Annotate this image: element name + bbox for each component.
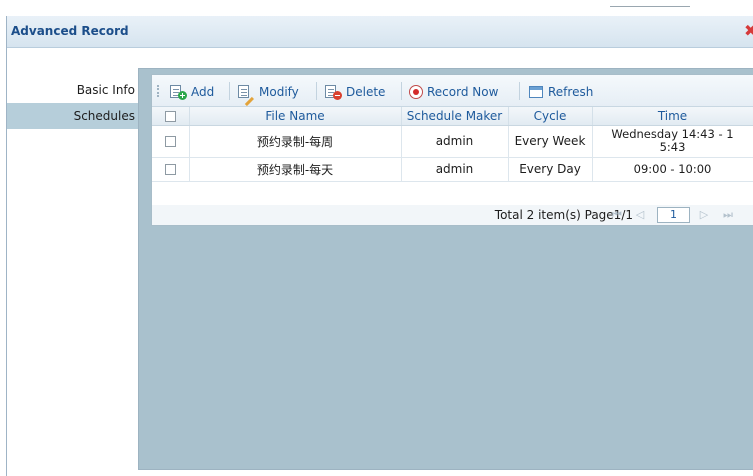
column-header-schedule-maker[interactable]: Schedule Maker [401,107,509,126]
nav-item-schedules[interactable]: Schedules [7,103,138,129]
schedule-maker-cell: admin [401,125,509,158]
column-header-time[interactable]: Time [592,107,753,126]
background-strip [0,0,753,16]
select-all-header [152,107,190,126]
first-page-icon[interactable]: ⏮ [611,208,623,221]
modify-label: Modify [259,85,299,99]
schedules-panel: Add Modify Delete Record Now Refresh Fil… [151,74,753,226]
time-line: 5:43 [659,140,686,154]
next-page-icon[interactable]: ▷ [698,208,710,221]
dialog-titlebar: Advanced Record ✖ [7,16,753,48]
toolbar-divider [519,82,520,100]
side-nav: Basic Info Schedules [7,77,138,129]
toolbar-divider [316,82,317,100]
toolbar-divider [401,82,402,100]
pagination-bar: Total 2 item(s) Page1/1 ⏮ ◁ 1 ▷ ⏭ [152,205,753,225]
row-checkbox-cell [152,125,190,158]
last-page-icon[interactable]: ⏭ [722,208,734,221]
dialog-title: Advanced Record [11,24,129,38]
schedules-content-area: Add Modify Delete Record Now Refresh Fil… [138,68,753,470]
time-cell: Wednesday 14:43 - 1 5:43 [592,125,753,158]
row-checkbox[interactable] [164,164,176,175]
toolbar-divider [229,82,230,100]
schedule-maker-cell: admin [401,157,509,182]
add-label: Add [191,85,215,99]
delete-button[interactable]: Delete [324,83,385,101]
schedules-table: File Name Schedule Maker Cycle Time 预约录制… [152,107,753,182]
column-header-file-name[interactable]: File Name [189,107,402,126]
select-all-checkbox[interactable] [164,110,176,122]
cycle-cell: Every Day [508,157,593,182]
page-number-input[interactable]: 1 [657,207,690,223]
column-header-cycle[interactable]: Cycle [508,107,593,126]
table-header-row: File Name Schedule Maker Cycle Time [152,107,753,126]
file-name-cell: 预约录制-每天 [189,157,402,182]
advanced-record-dialog: Advanced Record ✖ Basic Info Schedules A… [6,16,753,476]
table-row[interactable]: 预约录制-每天 admin Every Day 09:00 - 10:00 [152,157,753,182]
time-cell: 09:00 - 10:00 [592,157,753,182]
edit-document-icon [237,84,255,107]
cycle-cell: Every Week [508,125,593,158]
row-checkbox-cell [152,157,190,182]
record-now-button[interactable]: Record Now [409,83,498,101]
close-icon[interactable]: ✖ [744,23,753,39]
refresh-window-icon [528,85,544,99]
modify-button[interactable]: Modify [237,83,299,107]
add-button[interactable]: Add [169,83,214,101]
refresh-button[interactable]: Refresh [528,83,593,101]
add-document-icon [169,84,187,100]
delete-label: Delete [346,85,386,99]
delete-document-icon [324,84,342,100]
prev-page-icon[interactable]: ◁ [634,208,646,221]
background-line [610,6,690,7]
nav-item-basic-info[interactable]: Basic Info [7,77,138,103]
record-now-label: Record Now [427,85,499,99]
record-icon [409,85,423,99]
toolbar: Add Modify Delete Record Now Refresh [152,75,753,107]
toolbar-grip [157,85,159,97]
refresh-label: Refresh [548,85,594,99]
table-row[interactable]: 预约录制-每周 admin Every Week Wednesday 14:43… [152,125,753,158]
row-checkbox[interactable] [164,136,176,147]
nav-item-label: Schedules [73,109,135,123]
file-name-cell: 预约录制-每周 [189,125,402,158]
nav-item-label: Basic Info [76,83,135,97]
